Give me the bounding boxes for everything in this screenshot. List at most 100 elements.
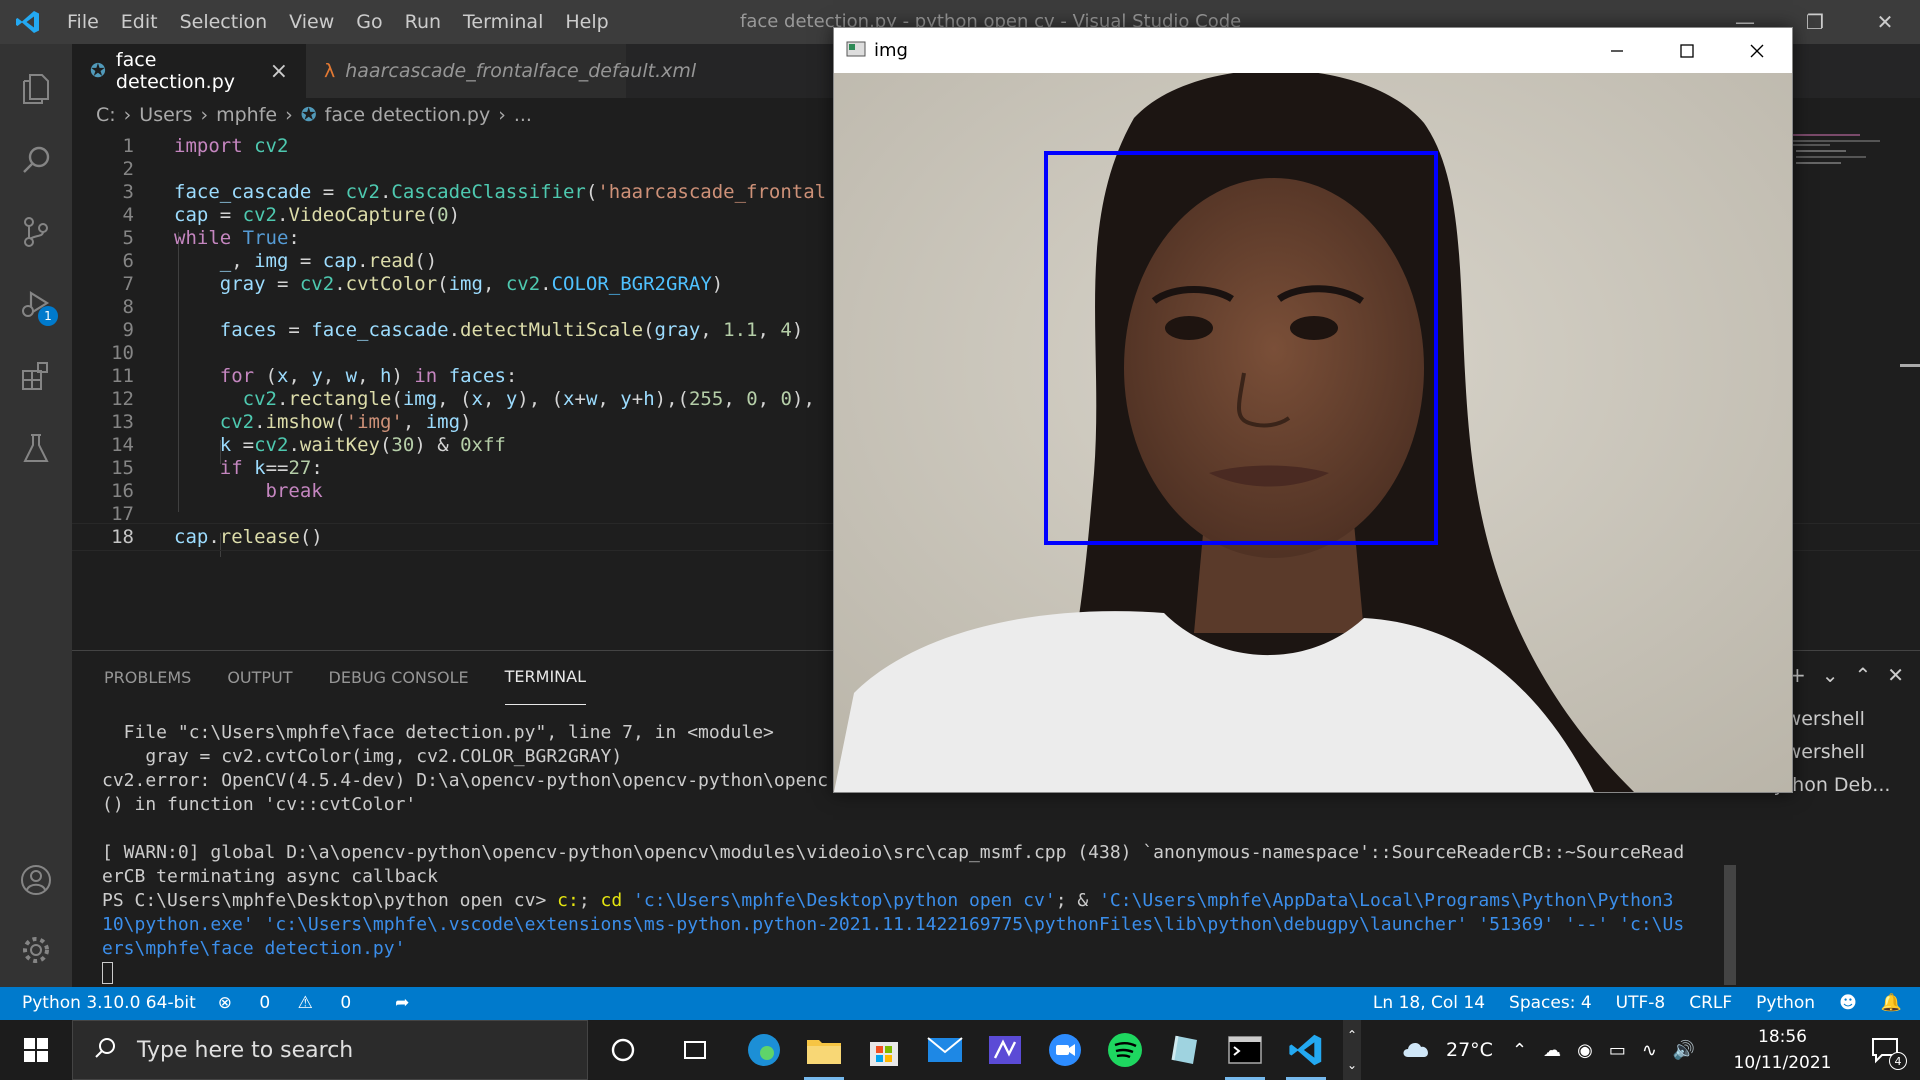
clock-time: 18:56 (1758, 1027, 1807, 1047)
zoom-icon[interactable] (1035, 1020, 1095, 1080)
tab-haarcascade-xml[interactable]: λ haarcascade_frontalface_default.xml (306, 44, 696, 98)
onedrive-icon[interactable]: ☁ (1543, 1040, 1561, 1061)
taskbar-clock[interactable]: 18:56 10/11/2021 (1720, 1024, 1845, 1076)
weather-widget[interactable]: 27°C (1400, 1020, 1493, 1080)
notes-app-icon[interactable] (1155, 1020, 1215, 1080)
terminal-path: 'c:\Users\mphfe\Desktop\python open cv' (622, 890, 1056, 911)
breadcrumb-users[interactable]: Users (139, 104, 192, 126)
line-number: 10 (111, 342, 134, 364)
line-ending[interactable]: CRLF (1689, 987, 1732, 1020)
opencv-image-window[interactable]: img (833, 27, 1793, 793)
terminal-line: () in function 'cv::cvtColor' (102, 794, 417, 815)
math-app-icon[interactable] (975, 1020, 1035, 1080)
close-window-button[interactable]: ✕ (1850, 0, 1920, 44)
close-button[interactable] (1722, 28, 1792, 73)
python-interpreter[interactable]: Python 3.10.0 64-bit (22, 987, 196, 1020)
indentation[interactable]: Spaces: 4 (1509, 987, 1592, 1020)
chevron-down-icon[interactable]: ⌄ (1347, 1058, 1357, 1072)
xml-file-icon: λ (324, 60, 336, 82)
code-text: cap.release() (174, 526, 323, 548)
minimize-button[interactable] (1582, 28, 1652, 73)
close-panel-icon[interactable]: ✕ (1887, 663, 1904, 687)
breadcrumb-drive[interactable]: C: (96, 104, 116, 126)
language-mode[interactable]: Python (1756, 987, 1815, 1020)
vscode-logo-icon (0, 0, 56, 44)
accounts-icon[interactable] (0, 844, 72, 916)
menu-help[interactable]: Help (554, 0, 619, 44)
taskbar-search-box[interactable]: Type here to search (72, 1020, 588, 1080)
tab-output[interactable]: OUTPUT (227, 651, 292, 705)
settings-gear-icon[interactable] (0, 914, 72, 986)
testing-icon[interactable] (0, 412, 72, 484)
cursor-position[interactable]: Ln 18, Col 14 (1373, 987, 1485, 1020)
windows-start-icon[interactable] (0, 1020, 72, 1080)
search-icon[interactable] (0, 124, 72, 196)
python-file-icon: ✪ (90, 60, 106, 82)
action-center-icon[interactable]: 4 (1855, 1020, 1915, 1080)
feedback-icon[interactable]: ☻ (1839, 987, 1857, 1020)
breadcrumb-file[interactable]: face detection.py (325, 104, 491, 126)
encoding[interactable]: UTF-8 (1616, 987, 1666, 1020)
task-view-icon[interactable] (665, 1020, 725, 1080)
minimap[interactable] (1790, 132, 1910, 172)
problems-indicator[interactable]: ⊗ 0 ⚠ 0 (218, 987, 373, 1020)
menu-selection[interactable]: Selection (169, 0, 279, 44)
terminal-cmd: ; (578, 890, 601, 911)
tab-problems[interactable]: PROBLEMS (104, 651, 191, 705)
chevron-down-icon[interactable]: ⌄ (1822, 663, 1839, 687)
terminal-scrollbar[interactable] (1724, 865, 1736, 985)
bell-icon[interactable]: 🔔 (1881, 987, 1902, 1020)
terminal-cursor-line (102, 961, 1792, 985)
source-control-icon[interactable] (0, 196, 72, 268)
search-placeholder: Type here to search (137, 1037, 354, 1063)
mail-icon[interactable] (915, 1020, 975, 1080)
spotify-icon[interactable] (1095, 1020, 1155, 1080)
tab-label: haarcascade_frontalface_default.xml (345, 60, 697, 82)
tray-expand-icon[interactable]: ⌃ (1512, 1040, 1527, 1061)
breadcrumb-mphfe[interactable]: mphfe (216, 104, 277, 126)
tab-face-detection[interactable]: ✪ face detection.py × (72, 44, 306, 98)
menu-edit[interactable]: Edit (110, 0, 169, 44)
terminal-cursor (102, 962, 113, 984)
vscode-taskbar-icon[interactable] (1276, 1020, 1336, 1080)
terminal-line: 10\python.exe' 'c:\Users\mphfe\.vscode\e… (102, 914, 1685, 935)
menu-file[interactable]: File (56, 0, 110, 44)
maximize-panel-icon[interactable]: ⌃ (1854, 663, 1871, 687)
editor-scrollbar[interactable] (1900, 364, 1920, 367)
terminal-cmd: ; & (1055, 890, 1100, 911)
maximize-button[interactable] (1652, 28, 1722, 73)
live-share-icon[interactable]: ➦ (395, 987, 409, 1020)
volume-icon[interactable]: 🔊 (1673, 1040, 1695, 1061)
terminal-path: 'C:\Users\mphfe\AppData\Local\Programs\P… (1099, 890, 1674, 911)
explorer-icon[interactable] (0, 52, 72, 124)
terminal-line: ers\mphfe\face detection.py' (102, 938, 406, 959)
error-count: 0 (259, 993, 271, 1013)
extensions-icon[interactable] (0, 340, 72, 412)
command-prompt-icon[interactable] (1215, 1020, 1275, 1080)
file-explorer-icon[interactable] (794, 1020, 854, 1080)
menu-terminal[interactable]: Terminal (452, 0, 554, 44)
image-window-titlebar[interactable]: img (834, 28, 1792, 73)
tab-terminal[interactable]: TERMINAL (504, 651, 587, 705)
menu-go[interactable]: Go (345, 0, 393, 44)
webcam-icon[interactable]: ◉ (1577, 1040, 1593, 1061)
battery-icon[interactable]: ▭ (1609, 1040, 1626, 1061)
edge-browser-icon[interactable] (734, 1020, 794, 1080)
wifi-icon[interactable]: ∿ (1642, 1040, 1657, 1061)
windows-taskbar: Type here to search ⌃ ⌄ 27°C ⌃ ☁ ◉ ▭ ∿ 🔊… (0, 1020, 1920, 1080)
menu-view[interactable]: View (278, 0, 345, 44)
code-text: k =cv2.waitKey(30) & 0xff (219, 434, 506, 456)
close-tab-icon[interactable]: × (270, 59, 288, 84)
run-debug-icon[interactable]: 1 (0, 268, 72, 340)
line-number: 14 (111, 434, 134, 456)
notification-count: 4 (1889, 1052, 1907, 1070)
cortana-icon[interactable] (593, 1020, 653, 1080)
taskbar-scroll[interactable]: ⌃ ⌄ (1343, 1020, 1361, 1080)
chevron-up-icon[interactable]: ⌃ (1347, 1028, 1357, 1042)
breadcrumb: C: › Users › mphfe › ✪ face detection.py… (96, 98, 532, 132)
menu-run[interactable]: Run (394, 0, 452, 44)
code-text: break (265, 480, 323, 502)
tab-debug-console[interactable]: DEBUG CONSOLE (329, 651, 469, 705)
microsoft-store-icon[interactable] (854, 1020, 914, 1080)
breadcrumb-symbols[interactable]: ... (514, 104, 532, 126)
